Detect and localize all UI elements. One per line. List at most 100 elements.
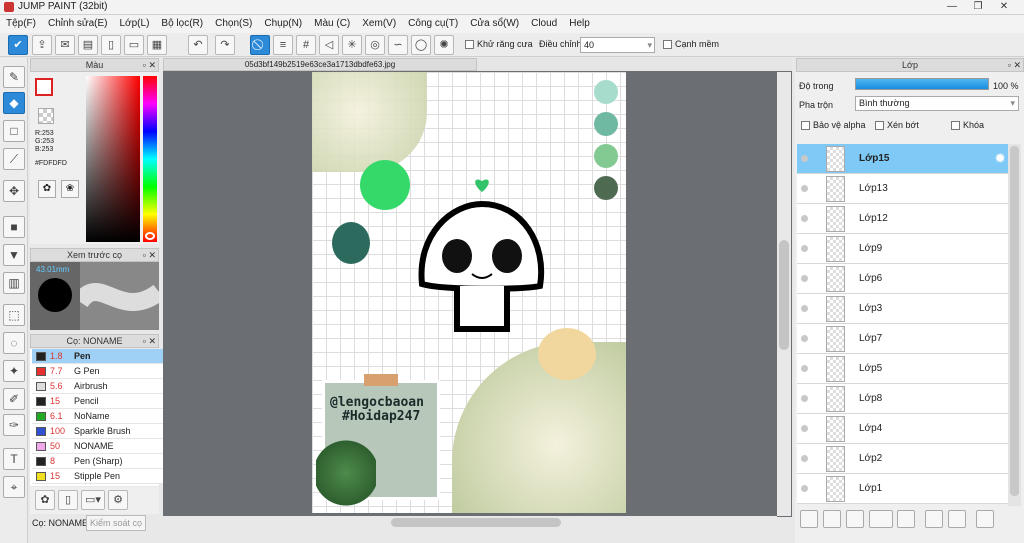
soft-edge-checkbox[interactable]	[663, 40, 672, 50]
brush-list-item[interactable]: 50 NONAME	[32, 439, 170, 454]
lock-checkbox[interactable]	[951, 121, 960, 131]
new-layer-icon[interactable]	[800, 510, 818, 528]
opacity-slider[interactable]	[855, 78, 989, 90]
panel-close-icon[interactable]: ▫ ✕	[143, 335, 156, 347]
visibility-eye-icon[interactable]	[801, 485, 808, 492]
select-pen-tool-icon[interactable]: ✐	[3, 388, 25, 410]
line-tool-icon[interactable]: ⟋	[3, 148, 25, 170]
palette-icon[interactable]: ✿	[38, 180, 56, 198]
maximize-button[interactable]: ❐	[964, 0, 992, 14]
perspective-ruler-icon[interactable]: ◁	[319, 35, 339, 55]
menu-view[interactable]: Xem(V)	[356, 15, 402, 33]
undo-icon[interactable]: ↶	[188, 35, 208, 55]
lasso-tool-icon[interactable]: ◌	[3, 332, 25, 354]
brush-list-item[interactable]: 8 Pen (Sharp)	[32, 454, 170, 469]
foreground-color-swatch[interactable]	[35, 78, 53, 96]
share-icon[interactable]: ⇪	[32, 35, 52, 55]
chat-icon[interactable]: ▤	[78, 35, 98, 55]
new-brush-icon[interactable]: ▯	[58, 490, 78, 510]
visibility-eye-icon[interactable]	[801, 155, 808, 162]
menu-select[interactable]: Chọn(S)	[209, 15, 258, 33]
layer-settings-icon[interactable]	[948, 510, 966, 528]
brush-list-item[interactable]: 15 Stipple Pen	[32, 469, 170, 484]
visibility-eye-icon[interactable]	[801, 215, 808, 222]
layer-scrollbar-thumb[interactable]	[1010, 146, 1019, 496]
menu-help[interactable]: Help	[563, 15, 596, 33]
close-button[interactable]: ✕	[990, 0, 1018, 14]
visibility-eye-icon[interactable]	[801, 365, 808, 372]
visibility-eye-icon[interactable]	[801, 455, 808, 462]
brush-list-item[interactable]: 5.6 Airbrush	[32, 379, 170, 394]
select-rect-tool-icon[interactable]: ⬚	[3, 304, 25, 326]
antialias-toggle[interactable]: Khử răng cưa	[465, 39, 533, 50]
brush-list-item[interactable]: 1.8 Pen	[32, 349, 170, 364]
rectangle-tool-icon[interactable]: □	[3, 120, 25, 142]
visibility-eye-icon[interactable]	[801, 425, 808, 432]
clip-checkbox[interactable]	[875, 121, 884, 131]
document-tab[interactable]: 05d3bf149b2519e63ce3a1713dbdfe63.jpg	[163, 58, 477, 71]
redo-icon[interactable]: ↷	[215, 35, 235, 55]
adjust-input[interactable]: 40 ▾	[580, 37, 655, 53]
document-icon[interactable]: ▭	[124, 35, 144, 55]
grid-ruler-icon[interactable]: #	[296, 35, 316, 55]
symmetry-ruler-icon[interactable]: ✺	[434, 35, 454, 55]
blend-mode-select[interactable]: Bình thường ▾	[855, 96, 1019, 111]
ruler-none-icon[interactable]: ⃠	[250, 35, 270, 55]
grid-settings-icon[interactable]: ▦	[147, 35, 167, 55]
paste-layer-icon[interactable]	[846, 510, 864, 528]
layer-row[interactable]: Lớp7	[797, 324, 1008, 354]
menu-window[interactable]: Cửa sổ(W)	[464, 15, 525, 33]
layer-row[interactable]: Lớp6	[797, 264, 1008, 294]
menu-capture[interactable]: Chụp(N)	[258, 15, 308, 33]
brush-list-item[interactable]: 6.1 NoName	[32, 409, 170, 424]
layer-row[interactable]: Lớp15 ✹	[797, 144, 1008, 174]
brush-tool-icon[interactable]: ✎	[3, 66, 25, 88]
comment-icon[interactable]: ✉	[55, 35, 75, 55]
select-eraser-tool-icon[interactable]: ✑	[3, 414, 25, 436]
vertical-scrollbar[interactable]	[777, 72, 791, 516]
layer-scrollbar[interactable]	[1008, 144, 1021, 506]
menu-file[interactable]: Tệp(F)	[0, 15, 42, 33]
curve-ruler-icon[interactable]: ∽	[388, 35, 408, 55]
layer-row[interactable]: Lớp1	[797, 474, 1008, 504]
layer-row[interactable]: Lớp8	[797, 384, 1008, 414]
add-brush-icon[interactable]: ✿	[35, 490, 55, 510]
color-picker-icon[interactable]: ❀	[61, 180, 79, 198]
menu-layer[interactable]: Lớp(L)	[114, 15, 156, 33]
visibility-eye-icon[interactable]	[801, 185, 808, 192]
parallel-ruler-icon[interactable]: ≡	[273, 35, 293, 55]
brush-list-item[interactable]: 100 Sparkle Brush	[32, 424, 170, 439]
brush-menu-icon[interactable]: ▭▾	[81, 490, 105, 510]
soft-edge-toggle[interactable]: Cạnh mềm	[663, 39, 719, 50]
protect-alpha-checkbox[interactable]	[801, 121, 810, 131]
folder-icon[interactable]	[897, 510, 915, 528]
hue-slider[interactable]	[143, 76, 157, 242]
menu-color[interactable]: Màu (C)	[308, 15, 356, 33]
copy-layer-icon[interactable]	[823, 510, 841, 528]
layer-settings-gear-icon[interactable]: ✹	[994, 150, 1006, 167]
menu-cloud[interactable]: Cloud	[525, 15, 563, 33]
fill-rect-tool-icon[interactable]: ■	[3, 216, 25, 238]
layer-row[interactable]: Lớp4	[797, 414, 1008, 444]
text-tool-icon[interactable]: T	[3, 448, 25, 470]
delete-layer-icon[interactable]	[976, 510, 994, 528]
document-canvas[interactable]: @lengocbaoan #Hoidap247	[312, 72, 626, 513]
menu-edit[interactable]: Chỉnh sửa(E)	[42, 15, 114, 33]
move-tool-icon[interactable]: ✥	[3, 180, 25, 202]
minimize-button[interactable]: —	[938, 0, 966, 14]
layer-row[interactable]: Lớp13	[797, 174, 1008, 204]
clip-toggle[interactable]: Xén bớt	[875, 120, 919, 131]
panel-close-icon[interactable]: ▫ ✕	[143, 59, 156, 71]
menu-filter[interactable]: Bộ lọc(R)	[155, 15, 209, 33]
visibility-eye-icon[interactable]	[801, 305, 808, 312]
radial-ruler-icon[interactable]: ✳	[342, 35, 362, 55]
saturation-value-picker[interactable]	[86, 76, 140, 242]
layer-row[interactable]: Lớp5	[797, 354, 1008, 384]
visibility-eye-icon[interactable]	[801, 395, 808, 402]
antialias-checkbox[interactable]	[465, 40, 474, 50]
horizontal-scrollbar[interactable]	[163, 516, 777, 529]
layer-row[interactable]: Lớp12	[797, 204, 1008, 234]
merge-layer-icon[interactable]	[925, 510, 943, 528]
lock-toggle[interactable]: Khóa	[951, 120, 984, 131]
protect-alpha-toggle[interactable]: Bảo vệ alpha	[801, 120, 866, 131]
